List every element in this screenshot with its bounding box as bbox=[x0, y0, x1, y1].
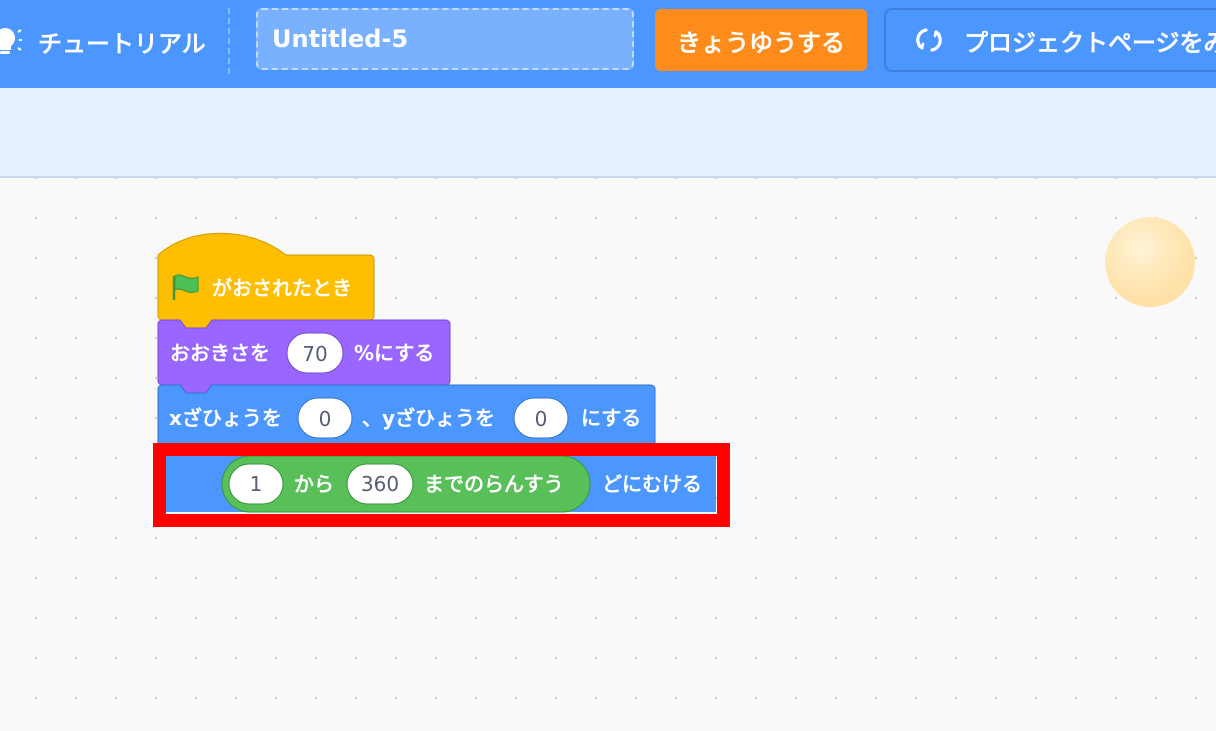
x-value: 0 bbox=[319, 407, 332, 431]
hat-label: がおされたとき bbox=[212, 276, 352, 300]
block-script: がおされたとき おおきさを 70 %にする xざひょうを 0 、yざひょうを 0… bbox=[157, 232, 716, 513]
go-to-y-label: 、yざひょうを bbox=[362, 406, 495, 430]
go-to-after-label: にする bbox=[581, 406, 641, 430]
y-value: 0 bbox=[535, 407, 548, 431]
highlight-box bbox=[153, 443, 730, 527]
go-to-x-label: xざひょうを bbox=[169, 406, 282, 430]
size-value: 70 bbox=[302, 342, 327, 366]
set-size-label-after: %にする bbox=[354, 341, 434, 365]
when-flag-clicked-block[interactable]: がおされたとき bbox=[157, 232, 375, 329]
set-size-label-before: おおきさを bbox=[170, 341, 270, 365]
set-size-block[interactable]: おおきさを 70 %にする bbox=[157, 319, 451, 394]
